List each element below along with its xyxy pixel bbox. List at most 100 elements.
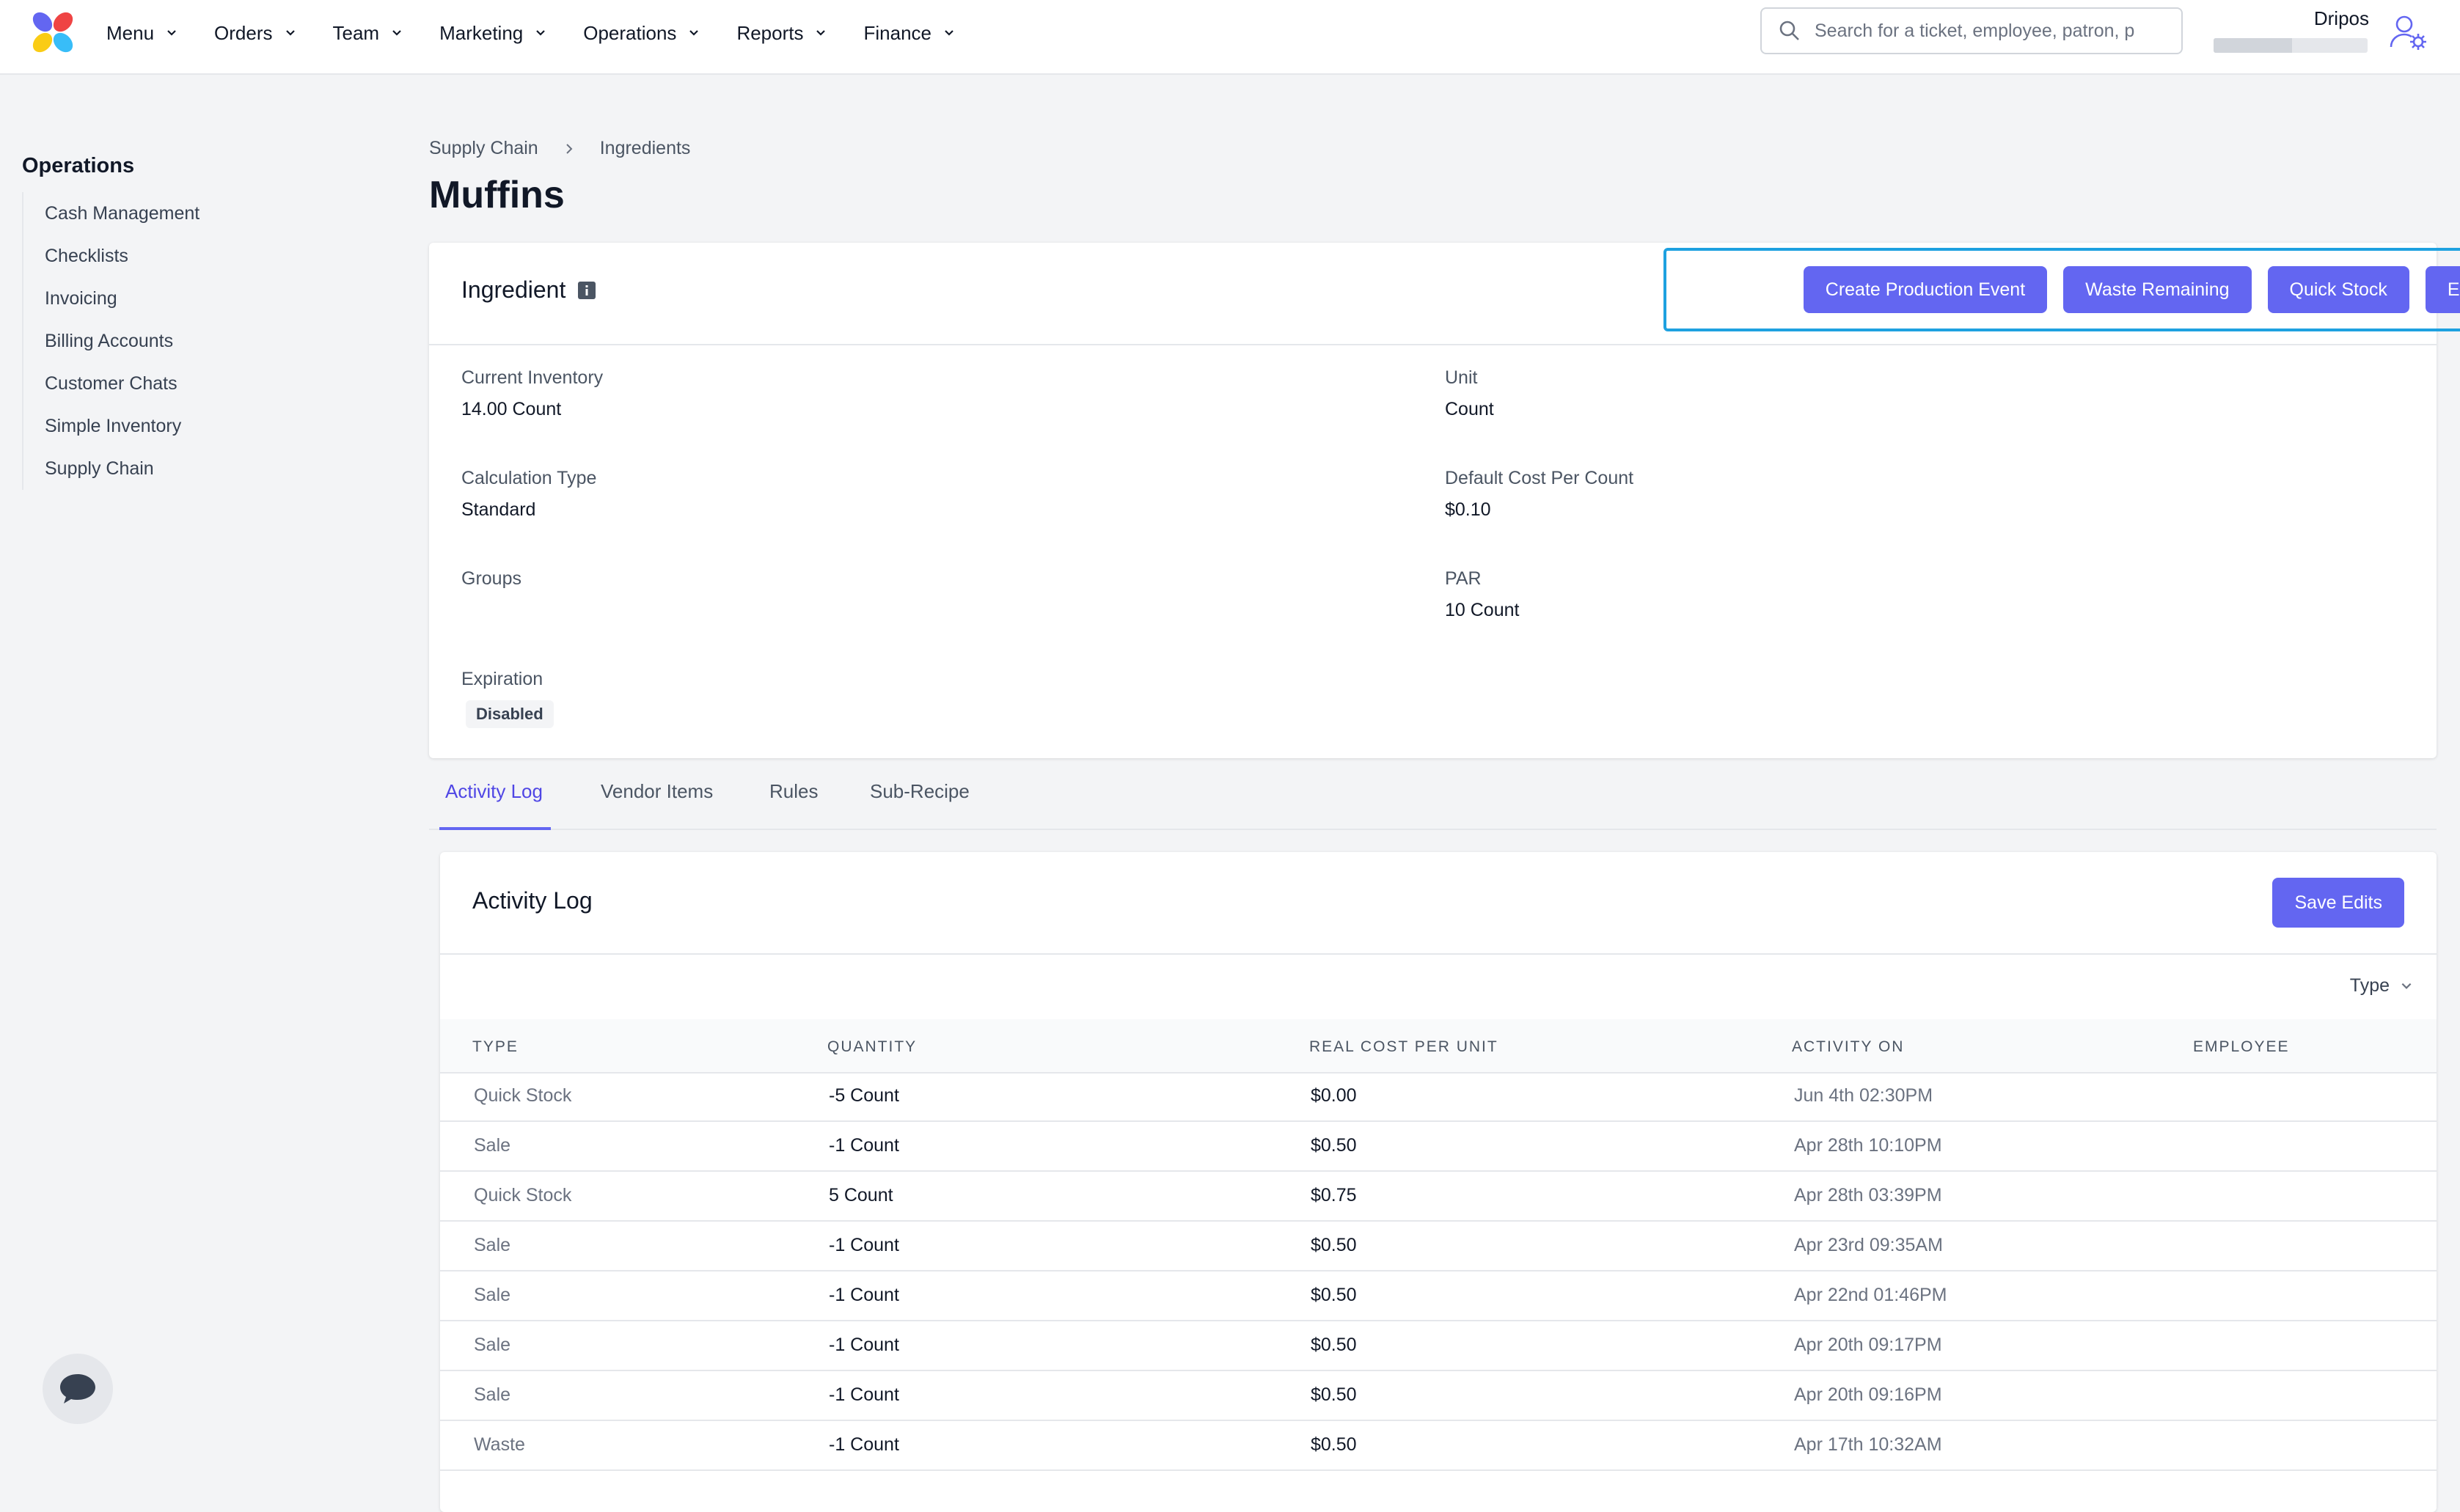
tab-vendor-items[interactable]: Vendor Items bbox=[601, 780, 713, 803]
breadcrumb-ingredients[interactable]: Ingredients bbox=[600, 138, 691, 159]
cell-type: Sale bbox=[474, 1235, 511, 1255]
nav-reports[interactable]: Reports bbox=[736, 22, 827, 45]
field-current-inventory: Current Inventory 14.00 Count bbox=[461, 367, 1341, 420]
field-unit: Unit Count bbox=[1445, 367, 2325, 420]
sidebar-item-simple-inventory[interactable]: Simple Inventory bbox=[45, 405, 199, 447]
info-icon[interactable] bbox=[577, 281, 596, 300]
breadcrumb-supply-chain[interactable]: Supply Chain bbox=[429, 138, 538, 159]
sidebar-item-cash-management[interactable]: Cash Management bbox=[45, 192, 199, 235]
cell-quantity: -1 Count bbox=[829, 1235, 899, 1255]
column-header-type[interactable]: TYPE bbox=[472, 1038, 519, 1056]
cell-cost: $0.50 bbox=[1311, 1135, 1357, 1156]
nav-finance[interactable]: Finance bbox=[863, 22, 955, 45]
chevron-right-icon bbox=[566, 143, 573, 154]
sidebar-title: Operations bbox=[22, 154, 135, 177]
table-row[interactable]: Sale -1 Count $0.50 Apr 22nd 01:46PM bbox=[440, 1271, 2437, 1321]
sidebar-item-billing-accounts[interactable]: Billing Accounts bbox=[45, 320, 199, 362]
column-header-cost[interactable]: REAL COST PER UNIT bbox=[1309, 1038, 1498, 1056]
save-edits-button[interactable]: Save Edits bbox=[2272, 878, 2404, 928]
top-nav: Menu Orders Team Marketing Operations Re… bbox=[0, 0, 2460, 75]
tab-bar: Activity Log Vendor Items Rules Sub-Reci… bbox=[429, 763, 2437, 830]
field-value: 14.00 Count bbox=[461, 399, 562, 419]
chevron-down-icon bbox=[816, 30, 826, 36]
table-row[interactable]: Sale -1 Count $0.50 Apr 28th 10:10PM bbox=[440, 1122, 2437, 1172]
nav-label: Orders bbox=[214, 21, 273, 44]
chevron-down-icon bbox=[945, 30, 953, 36]
account-name[interactable]: Dripos bbox=[2314, 7, 2369, 30]
cell-cost: $0.50 bbox=[1311, 1285, 1357, 1305]
user-gear-icon[interactable] bbox=[2388, 12, 2429, 53]
cell-activity-on: Apr 28th 03:39PM bbox=[1794, 1185, 1942, 1205]
search-box bbox=[1760, 7, 2183, 54]
table-row[interactable]: Sale -1 Count $0.50 Apr 23rd 09:35AM bbox=[440, 1222, 2437, 1271]
column-header-quantity[interactable]: QUANTITY bbox=[827, 1038, 917, 1056]
cell-cost: $0.50 bbox=[1311, 1434, 1357, 1455]
edit-button[interactable]: Edit bbox=[2425, 266, 2460, 313]
field-expiration: Expiration Disabled bbox=[461, 669, 1341, 728]
nav-label: Reports bbox=[736, 21, 804, 44]
cell-type: Quick Stock bbox=[474, 1185, 572, 1205]
dripos-logo[interactable] bbox=[28, 7, 78, 57]
column-header-activity-on[interactable]: ACTIVITY ON bbox=[1792, 1038, 1904, 1056]
ingredient-card-title: Ingredient bbox=[461, 276, 596, 304]
table-row[interactable]: Quick Stock 5 Count $0.75 Apr 28th 03:39… bbox=[440, 1172, 2437, 1222]
field-label: PAR bbox=[1445, 568, 1482, 589]
chat-icon bbox=[60, 1374, 95, 1403]
nav-label: Team bbox=[332, 21, 380, 44]
cell-quantity: -5 Count bbox=[829, 1085, 899, 1106]
tab-activity-log[interactable]: Activity Log bbox=[445, 780, 543, 803]
nav-menu[interactable]: Menu bbox=[106, 22, 177, 45]
column-header-employee[interactable]: EMPLOYEE bbox=[2193, 1038, 2290, 1056]
table-row[interactable]: Sale -1 Count $0.50 Apr 20th 09:17PM bbox=[440, 1321, 2437, 1371]
field-calculation-type: Calculation Type Standard bbox=[461, 468, 1341, 521]
nav-label: Menu bbox=[106, 21, 155, 44]
cell-type: Sale bbox=[474, 1135, 511, 1156]
chat-button[interactable] bbox=[43, 1354, 113, 1424]
sidebar-item-customer-chats[interactable]: Customer Chats bbox=[45, 362, 199, 405]
quick-stock-button[interactable]: Quick Stock bbox=[2267, 266, 2409, 313]
activity-log-header: Activity Log Save Edits bbox=[440, 852, 2437, 955]
nav-orders[interactable]: Orders bbox=[214, 22, 296, 45]
ingredient-card: Ingredient Create Production Event Waste… bbox=[429, 243, 2460, 758]
cell-quantity: -1 Count bbox=[829, 1434, 899, 1455]
cell-quantity: 5 Count bbox=[829, 1185, 893, 1205]
action-button-group: Create Production Event Waste Remaining … bbox=[1663, 248, 2460, 331]
active-tab-indicator bbox=[439, 827, 551, 830]
chevron-down-icon bbox=[2401, 983, 2412, 989]
search-icon bbox=[1779, 21, 1799, 40]
cell-activity-on: Apr 22nd 01:46PM bbox=[1794, 1285, 1947, 1305]
chevron-down-icon bbox=[285, 30, 295, 36]
tab-rules[interactable]: Rules bbox=[769, 780, 818, 803]
nav-team[interactable]: Team bbox=[333, 22, 403, 45]
table-row[interactable]: Sale -1 Count $0.50 Apr 20th 09:16PM bbox=[440, 1371, 2437, 1421]
search-input[interactable] bbox=[1813, 19, 2161, 43]
field-label: Unit bbox=[1445, 367, 1478, 388]
sidebar-item-checklists[interactable]: Checklists bbox=[45, 235, 199, 277]
create-production-event-button[interactable]: Create Production Event bbox=[1803, 266, 2048, 313]
table-row[interactable]: Waste -1 Count $0.50 Apr 17th 10:32AM bbox=[440, 1421, 2437, 1471]
cell-cost: $0.75 bbox=[1311, 1185, 1357, 1205]
tab-sub-recipe[interactable]: Sub-Recipe bbox=[870, 780, 970, 803]
cell-quantity: -1 Count bbox=[829, 1285, 899, 1305]
cell-quantity: -1 Count bbox=[829, 1384, 899, 1405]
cell-activity-on: Jun 4th 02:30PM bbox=[1794, 1085, 1933, 1106]
breadcrumb: Supply Chain Ingredients bbox=[429, 138, 690, 159]
nav-marketing[interactable]: Marketing bbox=[439, 22, 546, 45]
table-row[interactable]: Quick Stock -5 Count $0.00 Jun 4th 02:30… bbox=[440, 1072, 2437, 1122]
nav-operations[interactable]: Operations bbox=[583, 22, 700, 45]
nav-label: Operations bbox=[583, 21, 677, 44]
field-label: Default Cost Per Count bbox=[1445, 468, 1634, 488]
waste-remaining-button[interactable]: Waste Remaining bbox=[2063, 266, 2252, 313]
field-label: Expiration bbox=[461, 669, 543, 689]
cell-cost: $0.50 bbox=[1311, 1335, 1357, 1355]
account-progress-bar bbox=[2214, 38, 2368, 53]
account-progress-fill bbox=[2214, 38, 2293, 53]
chevron-down-icon bbox=[689, 30, 699, 36]
table-body: Quick Stock -5 Count $0.00 Jun 4th 02:30… bbox=[440, 1072, 2437, 1471]
field-label: Calculation Type bbox=[461, 468, 597, 488]
type-filter-dropdown[interactable]: Type bbox=[2350, 975, 2413, 997]
sidebar-item-supply-chain[interactable]: Supply Chain bbox=[45, 447, 199, 490]
sidebar-item-invoicing[interactable]: Invoicing bbox=[45, 277, 199, 320]
card-title-text: Ingredient bbox=[461, 276, 566, 303]
field-groups: Groups bbox=[461, 568, 1341, 590]
